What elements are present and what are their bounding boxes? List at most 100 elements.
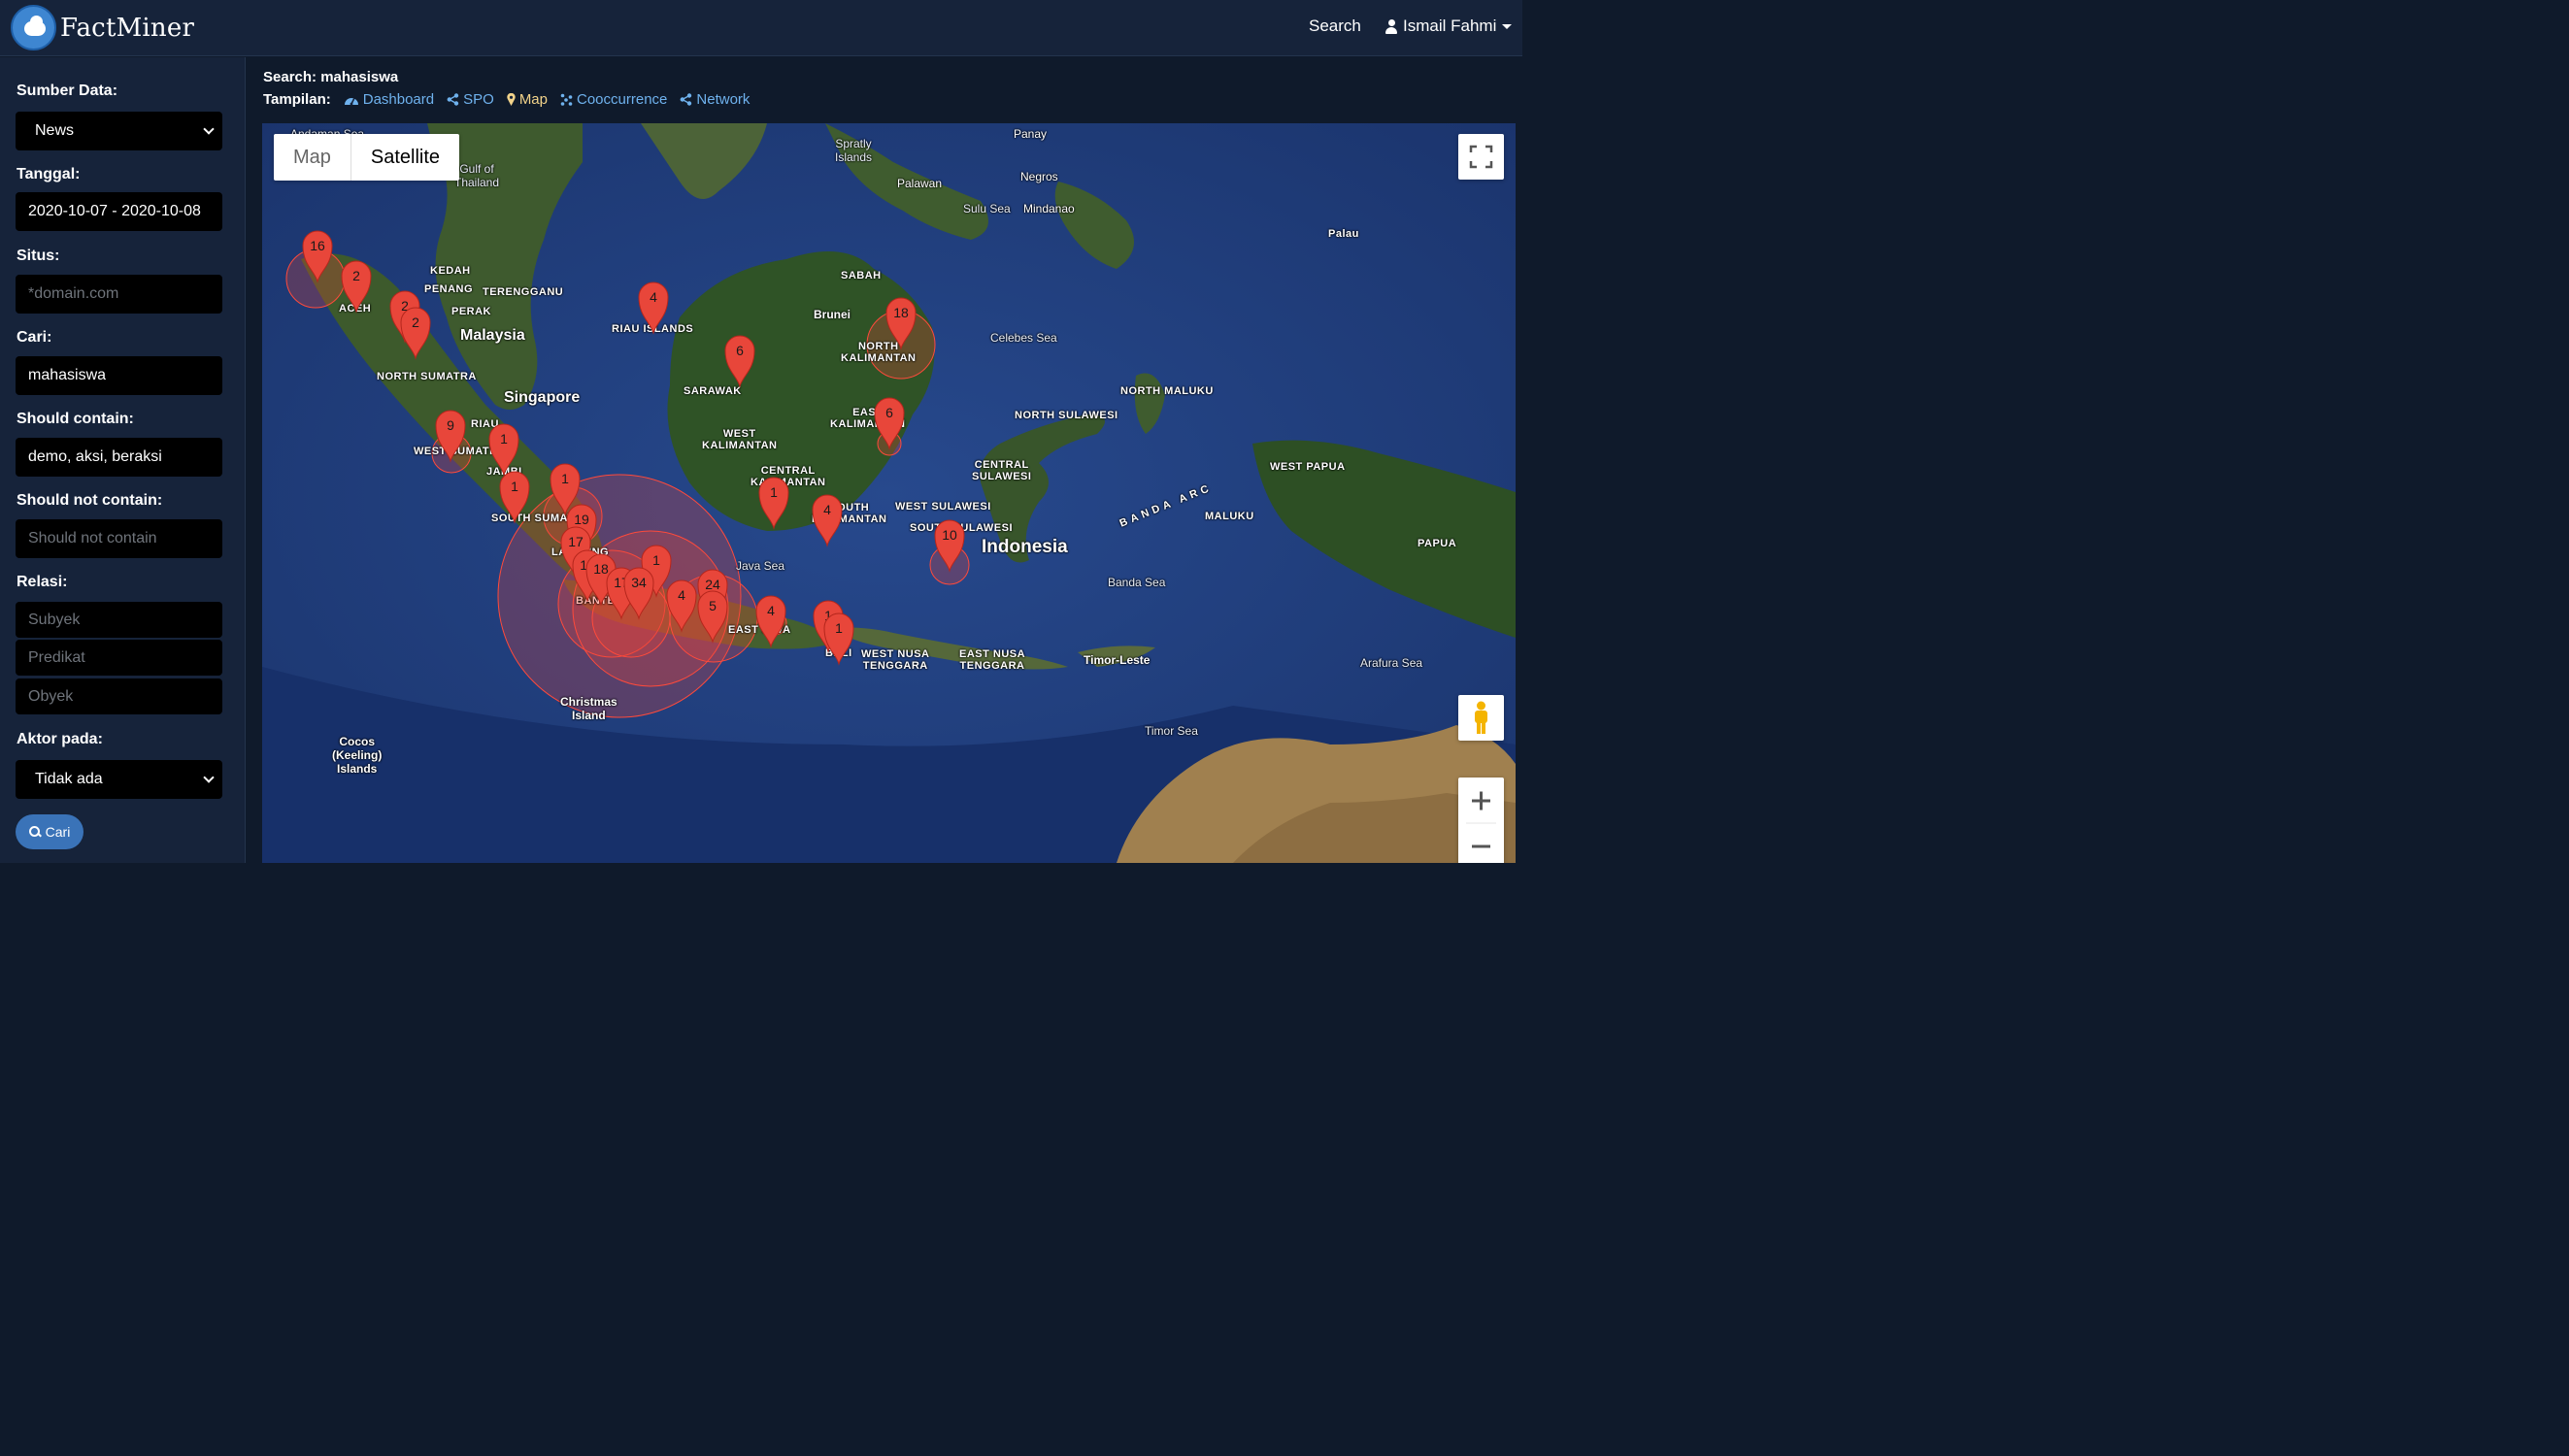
caret-down-icon (1502, 23, 1513, 29)
view-network-link[interactable]: Network (680, 91, 750, 108)
map-marker[interactable]: 9 (435, 410, 466, 463)
street-view-pegman-button[interactable] (1458, 695, 1504, 741)
map-marker-count: 34 (631, 575, 647, 590)
view-cooccurrence-link[interactable]: Cooccurrence (560, 91, 667, 108)
should-contain-input[interactable]: demo, aksi, beraksi (16, 438, 222, 477)
map-type-map-button[interactable]: Map (274, 134, 350, 181)
sumber-value: News (35, 122, 75, 139)
map-type-satellite-button[interactable]: Satellite (350, 134, 459, 181)
sidebar: Sumber Data: News Tanggal: 2020-10-07 - … (0, 57, 246, 863)
view-map-link[interactable]: Map (507, 91, 548, 108)
view-spo-link[interactable]: SPO (447, 91, 494, 108)
chevron-down-icon (203, 772, 215, 783)
chevron-down-icon (203, 123, 215, 135)
pegman-icon (1475, 701, 1487, 734)
brand[interactable]: FactMiner (11, 5, 194, 50)
search-heading: Search: mahasiswa (263, 69, 399, 85)
cari-button-label: Cari (45, 824, 71, 840)
view-switcher: Tampilan: Dashboard SPO Map Cooccurrence… (263, 91, 762, 108)
map-marker[interactable]: 6 (724, 335, 755, 388)
map-marker-count: 1 (561, 471, 569, 486)
map-marker[interactable]: 1 (499, 471, 530, 524)
view-spo-label: SPO (463, 91, 494, 108)
situs-label: Situs: (17, 248, 60, 264)
map-marker-count: 4 (678, 587, 685, 603)
map-marker-count: 10 (942, 527, 957, 543)
map-marker[interactable]: 18 (885, 297, 917, 350)
map-marker-count: 19 (574, 512, 589, 527)
search-icon (28, 826, 41, 838)
predikat-input[interactable]: Predikat (16, 640, 222, 676)
dashboard-icon (344, 97, 358, 106)
map-marker[interactable]: 16 (302, 230, 333, 283)
map-marker[interactable]: 10 (934, 519, 965, 573)
map-marker-count: 16 (310, 238, 325, 253)
cari-button[interactable]: Cari (16, 814, 83, 849)
aktor-label: Aktor pada: (17, 731, 103, 747)
share-icon (680, 93, 692, 106)
map-marker-count: 5 (709, 598, 717, 613)
map-marker[interactable]: 5 (697, 590, 728, 644)
nav-search-link[interactable]: Search (1309, 17, 1361, 36)
view-dashboard-link[interactable]: Dashboard (344, 91, 434, 108)
cari-input[interactable]: mahasiswa (16, 356, 222, 395)
cooccurrence-icon (560, 93, 573, 106)
should-not-contain-input[interactable]: Should not contain (16, 519, 222, 558)
map-marker-count: 1 (770, 484, 778, 500)
subyek-input[interactable]: Subyek (16, 602, 222, 638)
map-marker-count: 2 (352, 268, 360, 283)
map-marker-count: 9 (447, 417, 454, 433)
map-marker-count: 1 (652, 552, 660, 568)
view-cooccurrence-label: Cooccurrence (577, 91, 668, 108)
map-marker[interactable]: 1 (488, 423, 519, 477)
map-marker[interactable]: 1 (823, 612, 854, 666)
map-marker-count: 4 (650, 289, 657, 305)
sumber-select[interactable]: News (16, 112, 222, 150)
tanggal-input[interactable]: 2020-10-07 - 2020-10-08 (16, 192, 222, 231)
map-marker[interactable]: 34 (623, 567, 654, 620)
fullscreen-button[interactable] (1458, 134, 1504, 180)
obyek-input[interactable]: Obyek (16, 678, 222, 714)
share-icon (447, 93, 459, 106)
view-network-label: Network (696, 91, 751, 108)
map-canvas[interactable]: Andaman Sea Gulf of Thailand Spratly Isl… (262, 123, 1516, 863)
aktor-select[interactable]: Tidak ada (16, 760, 222, 799)
zoom-controls (1458, 778, 1504, 863)
map-marker-count: 6 (885, 405, 893, 420)
map-marker-count: 4 (767, 603, 775, 618)
should-contain-label: Should contain: (17, 411, 134, 427)
map-marker[interactable]: 6 (874, 397, 905, 450)
map-markers-layer: 16222418669111191713114101817344245411 (302, 230, 965, 666)
view-map-label: Map (518, 91, 548, 108)
map-marker[interactable]: 4 (638, 281, 669, 335)
map-marker-count: 24 (705, 577, 720, 592)
tampilan-label: Tampilan: (263, 91, 331, 108)
map-marker-count: 18 (593, 561, 609, 577)
user-icon (1385, 18, 1397, 34)
map-marker-count: 6 (736, 343, 744, 358)
sumber-label: Sumber Data: (17, 83, 118, 99)
map-marker-count: 4 (823, 502, 831, 517)
map-marker-count: 17 (568, 534, 584, 549)
map-marker[interactable]: 4 (666, 579, 697, 633)
map-marker-icon (507, 93, 516, 106)
should-not-contain-label: Should not contain: (17, 492, 163, 509)
zoom-in-icon[interactable] (1458, 778, 1504, 863)
map-marker-count: 2 (412, 314, 419, 330)
map-marker[interactable]: 1 (758, 477, 789, 530)
aktor-value: Tidak ada (35, 771, 103, 787)
relasi-label: Relasi: (17, 574, 68, 590)
user-menu[interactable]: Ismail Fahmi (1385, 17, 1513, 36)
map-marker[interactable]: 2 (400, 307, 431, 360)
map-marker-count: 1 (835, 620, 843, 636)
map-marker-count: 18 (893, 305, 909, 320)
map-marker[interactable]: 2 (341, 260, 372, 314)
factminer-logo-icon (11, 5, 56, 50)
top-navbar: FactMiner Search Ismail Fahmi (0, 0, 1522, 56)
tanggal-label: Tanggal: (17, 166, 81, 182)
map-marker-count: 1 (511, 479, 518, 494)
situs-input[interactable]: *domain.com (16, 275, 222, 314)
map-marker[interactable]: 4 (755, 595, 786, 648)
map-marker[interactable]: 4 (812, 494, 843, 547)
user-name: Ismail Fahmi (1403, 17, 1497, 35)
